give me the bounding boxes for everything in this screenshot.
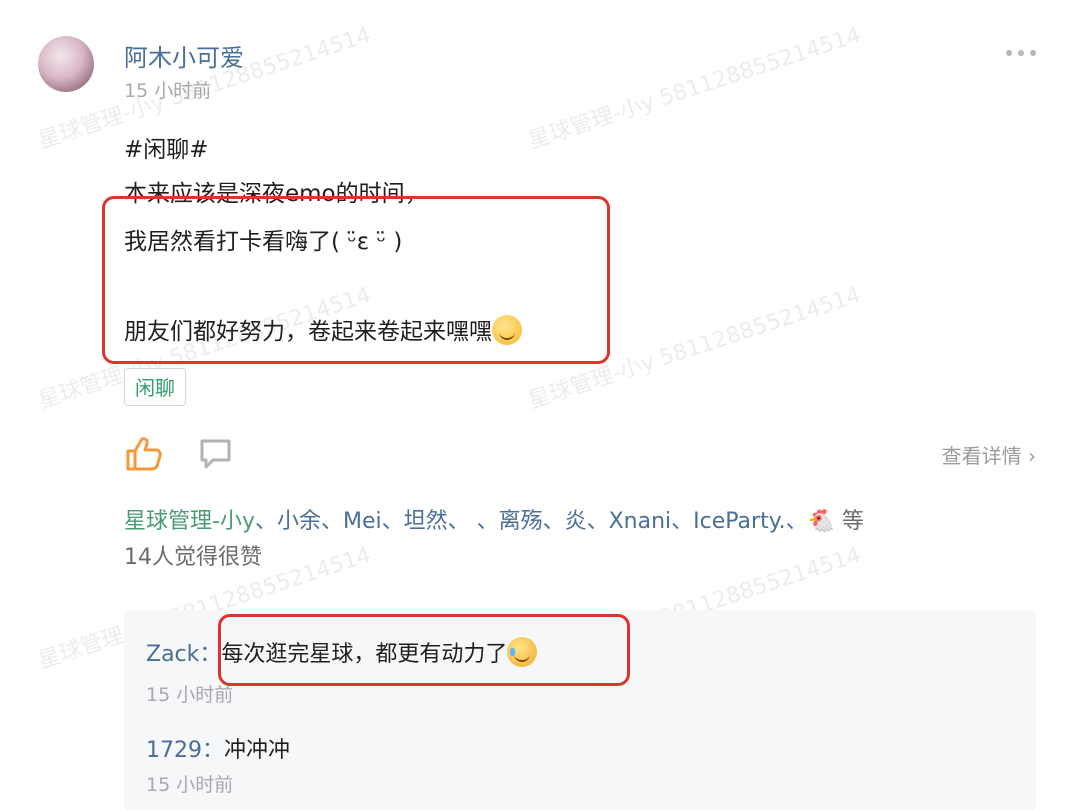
highlight-box [218,614,630,686]
likes-suffix: 等 [834,509,864,534]
watermark: 星球管理-小y 5811288552145​14 [525,22,865,155]
comment-time: 15 小时前 [146,684,234,706]
comment-time: 15 小时前 [146,774,234,796]
like-icon[interactable] [124,434,164,474]
chicken-icon: 🐔 [807,509,835,534]
comment-item: 1729：冲冲冲 [146,732,290,764]
comment-author[interactable]: Zack： [146,642,221,667]
topic-tag[interactable]: 闲聊 [124,368,186,406]
comment-author[interactable]: 1729： [146,738,224,763]
comment-text: 冲冲冲 [224,738,291,763]
more-options-icon[interactable] [1006,50,1036,56]
comment-icon[interactable] [198,436,234,472]
avatar[interactable] [38,36,94,92]
view-details-link[interactable]: 查看详情 › [942,440,1036,469]
liker-link[interactable]: 星球管理-小y [124,509,255,534]
author-name[interactable]: 阿木小可爱 [124,38,244,73]
post-time: 15 小时前 [124,80,212,102]
view-details-label: 查看详情 [941,444,1022,468]
post-line-1: #闲聊# [124,137,209,163]
highlight-box [102,196,610,364]
chevron-right-icon: › [1021,444,1036,468]
likes-list: 星球管理-小y、小余、Mei、坦然、 、离殇、炎、Xnani、IceParty.… [124,504,1044,576]
likes-count: 14人觉得很赞 [124,545,262,570]
liker-list[interactable]: 、小余、Mei、坦然、 、离殇、炎、Xnani、IceParty.、 [255,509,808,534]
